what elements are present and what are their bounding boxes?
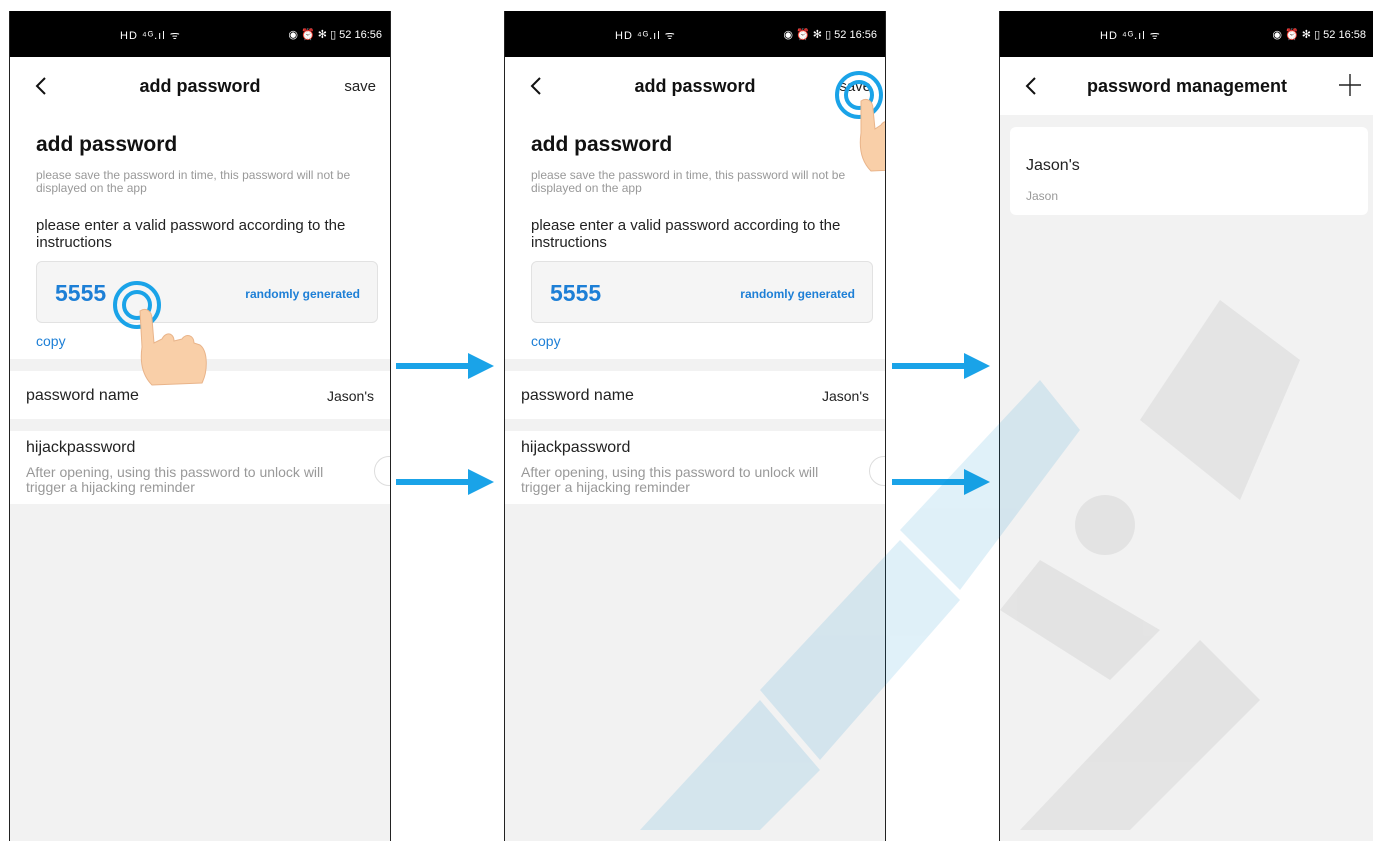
phone-screen-3: HD ⁴ᴳ.ıl ᯤ ◉ ⏰ ✻ ▯ 52 16:58 password man… [999, 11, 1373, 841]
hijack-toggle[interactable] [869, 456, 885, 486]
password-input-box[interactable]: 5555 randomly generated [531, 261, 873, 323]
instruction-text: please enter a valid password according … [531, 217, 841, 251]
randomly-generated-button[interactable]: randomly generated [740, 287, 855, 301]
status-bar: HD ⁴ᴳ.ıl ᯤ ◉ ⏰ ✻ ▯ 52 16:56 [10, 11, 390, 57]
page-title: add password [634, 75, 756, 96]
arrow-right-icon [892, 469, 990, 495]
password-value[interactable]: 5555 [550, 280, 601, 307]
nav-bar: add password save [10, 57, 390, 115]
hijack-description: After opening, using this password to un… [521, 464, 819, 495]
arrow-right-icon [396, 353, 494, 379]
save-button[interactable]: save [344, 78, 376, 95]
phone-screen-2: HD ⁴ᴳ.ıl ᯤ ◉ ⏰ ✻ ▯ 52 16:56 add password… [504, 11, 886, 841]
back-icon[interactable] [1016, 69, 1046, 103]
hijack-password-row: hijackpassword After opening, using this… [10, 431, 390, 504]
status-right-icons: ◉ ⏰ ✻ ▯ 52 16:56 [288, 29, 382, 41]
phone-screen-1: HD ⁴ᴳ.ıl ᯤ ◉ ⏰ ✻ ▯ 52 16:56 add password… [9, 11, 391, 841]
save-note: please save the password in time, this p… [531, 168, 846, 195]
randomly-generated-button[interactable]: randomly generated [245, 287, 360, 301]
back-icon[interactable] [26, 69, 56, 103]
copy-button[interactable]: copy [36, 333, 66, 349]
save-note: please save the password in time, this p… [36, 168, 351, 195]
arrow-right-icon [892, 353, 990, 379]
hijack-password-row: hijackpassword After opening, using this… [505, 431, 885, 504]
password-entry-user: Jason [1026, 189, 1059, 203]
password-name-value: Jason's [821, 388, 869, 404]
page-title: password management [1086, 75, 1288, 96]
status-left-icons: HD ⁴ᴳ.ıl ᯤ [120, 30, 181, 42]
nav-bar: password management [1000, 57, 1373, 115]
card-heading: add password [531, 133, 673, 156]
arrow-right-icon [396, 469, 494, 495]
status-left-icons: HD ⁴ᴳ.ıl ᯤ [615, 30, 676, 42]
status-right-icons: ◉ ⏰ ✻ ▯ 52 16:58 [1272, 29, 1366, 41]
password-name-row[interactable]: password name Jason's [505, 371, 885, 419]
status-bar: HD ⁴ᴳ.ıl ᯤ ◉ ⏰ ✻ ▯ 52 16:56 [505, 11, 885, 57]
tap-hand-icon [113, 281, 207, 386]
hijack-description: After opening, using this password to un… [26, 464, 324, 495]
hijack-label: hijackpassword [26, 439, 136, 456]
password-entry-card[interactable]: Jason's Jason [1010, 127, 1368, 215]
status-bar: HD ⁴ᴳ.ıl ᯤ ◉ ⏰ ✻ ▯ 52 16:58 [1000, 11, 1373, 57]
password-entry-name: Jason's [1026, 157, 1080, 174]
plus-icon[interactable] [1336, 71, 1364, 99]
password-name-value: Jason's [326, 388, 374, 404]
status-right-icons: ◉ ⏰ ✻ ▯ 52 16:56 [783, 29, 877, 41]
hijack-label: hijackpassword [521, 439, 631, 456]
card-heading: add password [36, 133, 178, 156]
password-value[interactable]: 5555 [55, 280, 106, 307]
page-title: add password [139, 75, 261, 96]
hijack-toggle[interactable] [374, 456, 390, 486]
tap-hand-icon [835, 71, 885, 172]
copy-button[interactable]: copy [531, 333, 561, 349]
instruction-text: please enter a valid password according … [36, 217, 346, 251]
password-name-label: password name [521, 387, 634, 404]
back-icon[interactable] [521, 69, 551, 103]
status-left-icons: HD ⁴ᴳ.ıl ᯤ [1100, 30, 1161, 42]
